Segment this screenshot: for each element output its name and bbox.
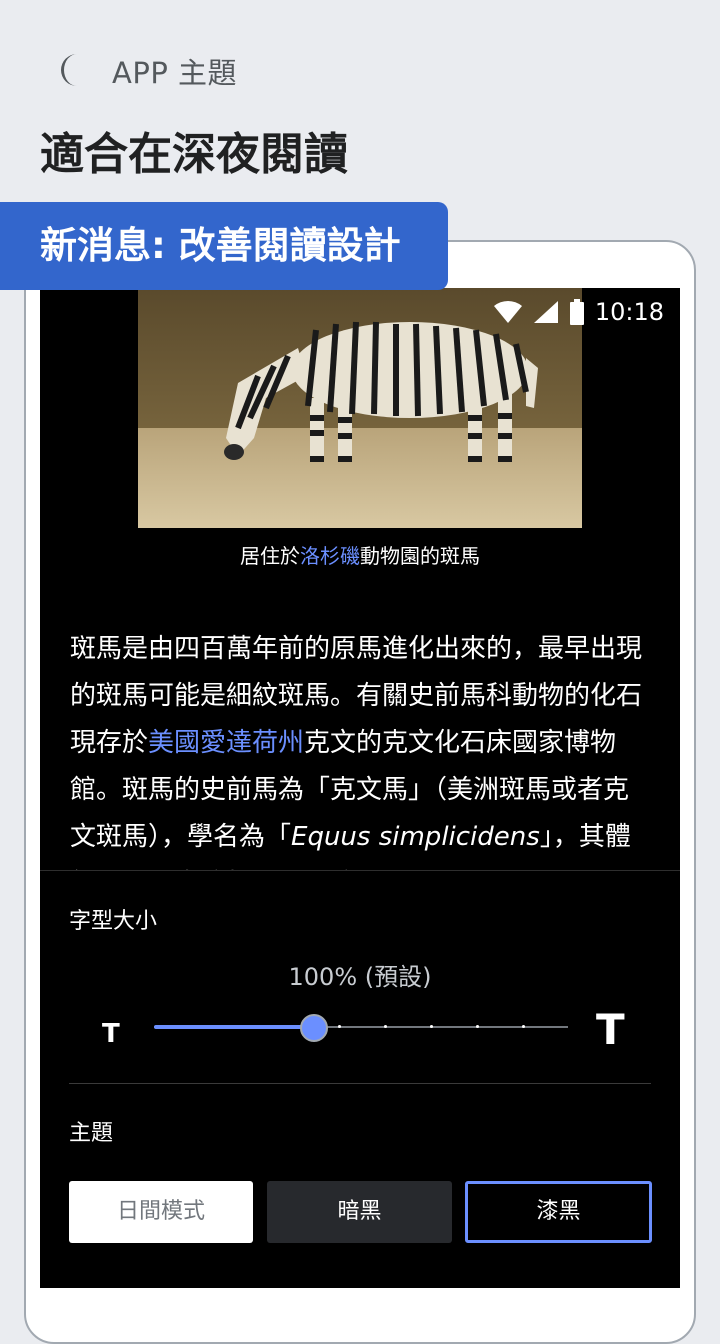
article-italic: Equus simplicidens <box>291 822 540 852</box>
reading-settings-sheet: 字型大小 100% (預設) T T 主題 日間模式 暗黑 漆黑 <box>40 870 680 1288</box>
slider-track-fill <box>154 1025 313 1029</box>
device-screen: 10:18 居住於洛杉磯動物園的斑馬 斑馬是由四百萬年前的原馬進化出來的，最早出… <box>40 288 680 1288</box>
caption-link[interactable]: 洛杉磯 <box>300 544 360 568</box>
battery-icon <box>569 299 584 325</box>
app-theme-label: APP 主題 <box>112 56 238 90</box>
article-body: 斑馬是由四百萬年前的原馬進化出來的，最早出現的斑馬可能是細紋斑馬。有關史前馬科動… <box>70 626 650 908</box>
status-bar: 10:18 <box>493 296 664 328</box>
increase-font-icon[interactable]: T <box>596 1005 625 1054</box>
slider-tick <box>384 1025 387 1028</box>
caption-prefix: 居住於 <box>240 544 300 568</box>
theme-dark-button[interactable]: 暗黑 <box>267 1181 452 1243</box>
article-paragraph: 斑馬是由四百萬年前的原馬進化出來的，最早出現的斑馬可能是細紋斑馬。有關史前馬科動… <box>70 626 650 908</box>
theme-light-button[interactable]: 日間模式 <box>69 1181 253 1243</box>
slider-thumb[interactable] <box>300 1014 328 1042</box>
headline: 適合在深夜閱讀 <box>40 129 348 180</box>
moon-icon <box>61 54 77 86</box>
wifi-icon <box>493 300 522 323</box>
decrease-font-icon[interactable]: T <box>102 1019 120 1049</box>
font-size-slider[interactable] <box>154 1009 568 1045</box>
theme-black-button[interactable]: 漆黑 <box>465 1181 652 1243</box>
new-feature-banner: 新消息: 改善閱讀設計 <box>0 202 448 290</box>
caption-suffix: 動物園的斑馬 <box>360 544 480 568</box>
signal-icon <box>533 301 558 323</box>
slider-tick <box>522 1025 525 1028</box>
image-caption: 居住於洛杉磯動物園的斑馬 <box>40 540 680 569</box>
font-size-value: 100% (預設) <box>288 963 432 991</box>
font-size-label: 字型大小 <box>69 909 158 934</box>
divider <box>69 1083 651 1084</box>
slider-tick <box>430 1025 433 1028</box>
theme-label: 主題 <box>69 1121 114 1146</box>
slider-tick <box>338 1025 341 1028</box>
slider-tick <box>476 1025 479 1028</box>
status-time: 10:18 <box>594 298 664 326</box>
article-link[interactable]: 美國愛達荷州 <box>148 728 304 758</box>
